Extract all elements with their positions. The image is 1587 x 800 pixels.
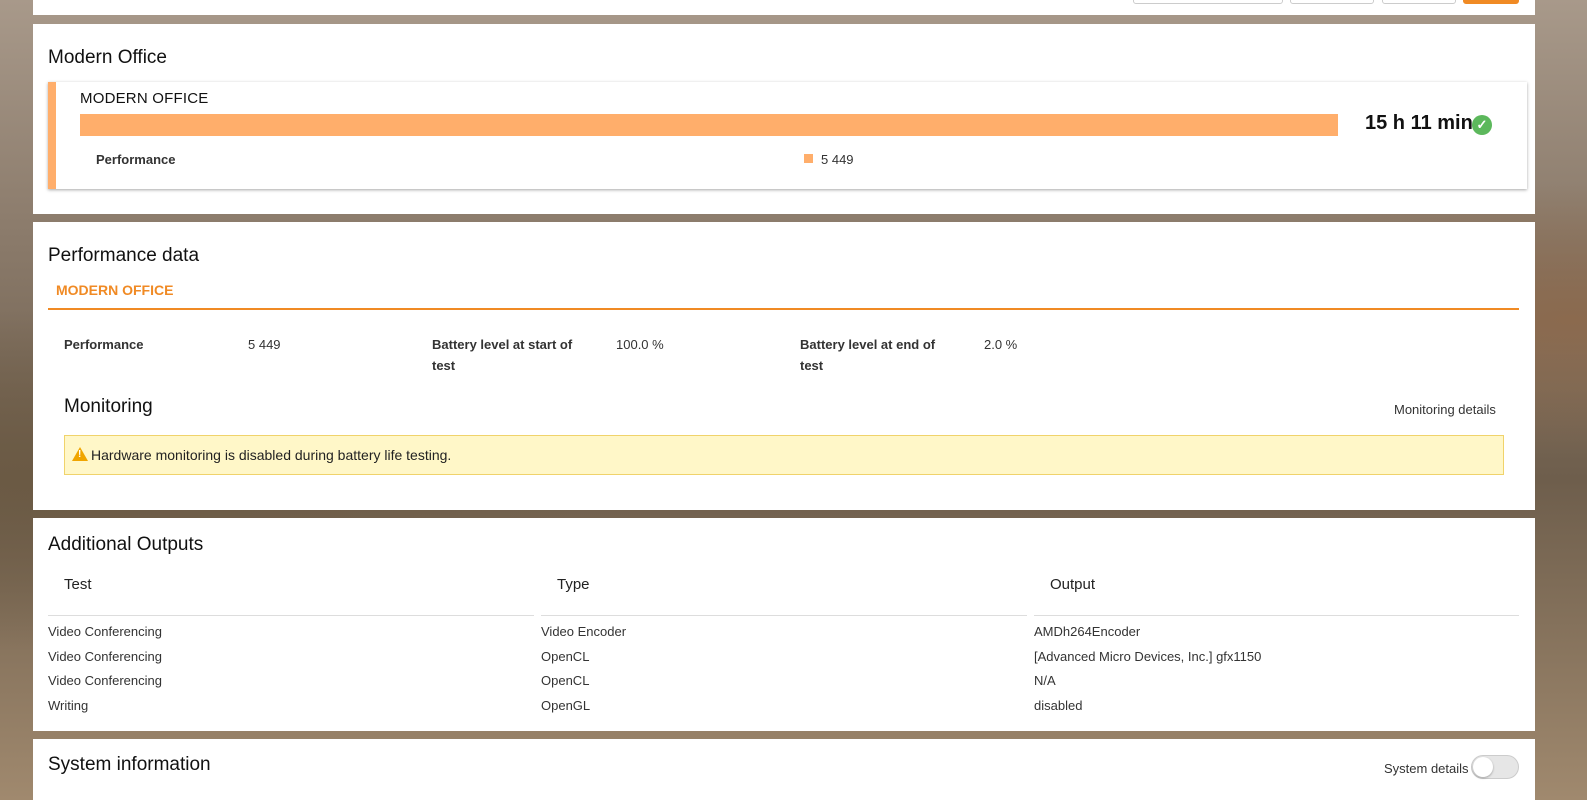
toolbar-button[interactable] xyxy=(1133,0,1283,4)
metric-value: 100.0 % xyxy=(616,337,664,352)
header-divider xyxy=(1034,615,1519,616)
tab-modern-office[interactable]: MODERN OFFICE xyxy=(56,282,173,298)
column-header-output: Output xyxy=(1050,576,1096,593)
benchmark-result-card[interactable]: MODERN OFFICE 15 h 11 min ✓ Performance … xyxy=(48,82,1527,189)
metric-value: 5 449 xyxy=(248,337,281,352)
table-cell: Video Encoder xyxy=(541,624,627,639)
table-cell: Writing xyxy=(48,698,89,713)
system-information-panel: System information System details xyxy=(33,739,1535,800)
table-cell: disabled xyxy=(1034,698,1083,713)
metric-label: Battery level at start of test xyxy=(432,337,573,373)
column-header-type: Type xyxy=(557,576,590,593)
warning-icon: ! xyxy=(72,447,88,461)
table-cell: AMDh264Encoder xyxy=(1034,624,1141,639)
table-cell: OpenCL xyxy=(541,673,590,688)
table-cell: OpenGL xyxy=(541,698,591,713)
warning-text: Hardware monitoring is disabled during b… xyxy=(91,447,452,463)
column-header-test: Test xyxy=(64,576,92,593)
battery-life-score: 15 h 11 min xyxy=(1365,112,1473,134)
table-cell: Video Conferencing xyxy=(48,673,162,688)
check-icon: ✓ xyxy=(1472,115,1492,135)
metric-value: 2.0 % xyxy=(984,337,1018,352)
metric-label: Battery level at end of test xyxy=(800,337,936,373)
header-divider xyxy=(48,615,534,616)
toggle-knob xyxy=(1473,757,1493,777)
section-title: Performance data xyxy=(48,245,200,266)
toolbar-button[interactable] xyxy=(1382,0,1456,4)
top-toolbar-panel xyxy=(33,0,1535,15)
modern-office-panel: Modern Office MODERN OFFICE 15 h 11 min … xyxy=(33,24,1535,214)
warning-banner: ! Hardware monitoring is disabled during… xyxy=(64,435,1504,475)
legend-square-icon xyxy=(804,154,813,163)
table-cell: OpenCL xyxy=(541,649,590,664)
section-title: System information xyxy=(48,754,211,775)
table-cell: [Advanced Micro Devices, Inc.] gfx1150 xyxy=(1034,649,1262,664)
header-divider xyxy=(541,615,1027,616)
table-cell: N/A xyxy=(1034,673,1056,688)
section-title: Modern Office xyxy=(48,47,167,68)
sub-score-value: 5 449 xyxy=(821,152,854,167)
score-bar xyxy=(80,114,1338,136)
table-cell: Video Conferencing xyxy=(48,624,162,639)
toolbar-button[interactable] xyxy=(1290,0,1374,4)
sub-score-label: Performance xyxy=(96,152,176,167)
additional-outputs-panel: Additional Outputs Test Type Output Vide… xyxy=(33,518,1535,731)
card-title: MODERN OFFICE xyxy=(80,90,209,107)
system-details-toggle[interactable] xyxy=(1471,755,1519,779)
section-title: Additional Outputs xyxy=(48,534,204,555)
system-details-label: System details xyxy=(1384,761,1469,776)
tab-underline xyxy=(48,308,1519,310)
performance-data-panel: Performance data MODERN OFFICE Performan… xyxy=(33,222,1535,510)
metric-label: Performance xyxy=(64,337,144,352)
toolbar-primary-button[interactable] xyxy=(1463,0,1519,4)
table-cell: Video Conferencing xyxy=(48,649,162,664)
monitoring-details-link[interactable]: Monitoring details xyxy=(1394,402,1496,417)
monitoring-title: Monitoring xyxy=(64,396,153,417)
